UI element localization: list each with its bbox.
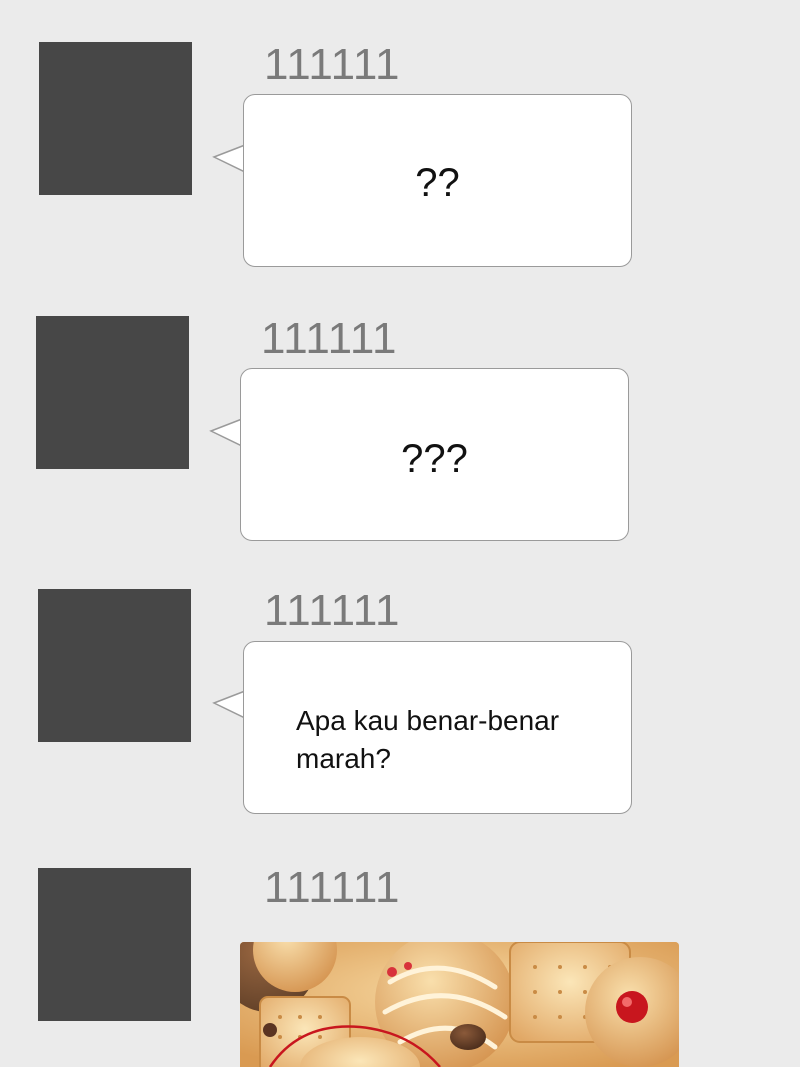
sender-name: 111111 xyxy=(261,314,398,363)
sender-name: 111111 xyxy=(264,40,401,89)
cookie-illustration xyxy=(240,942,679,1067)
avatar[interactable] xyxy=(36,316,189,469)
message-text: ??? xyxy=(401,437,468,481)
message-text: ?? xyxy=(415,161,460,205)
cookie-biscuit-image[interactable] xyxy=(240,942,679,1067)
message-text: Apa kau benar-benar marah? xyxy=(296,705,560,774)
sender-name: 111111 xyxy=(264,586,401,635)
avatar[interactable] xyxy=(39,42,192,195)
message-bubble[interactable]: ??? xyxy=(240,368,629,541)
avatar[interactable] xyxy=(38,868,191,1021)
sender-name: 111111 xyxy=(264,863,401,912)
avatar[interactable] xyxy=(38,589,191,742)
message-bubble[interactable]: Apa kau benar-benar marah? xyxy=(243,641,632,814)
message-bubble[interactable]: ?? xyxy=(243,94,632,267)
